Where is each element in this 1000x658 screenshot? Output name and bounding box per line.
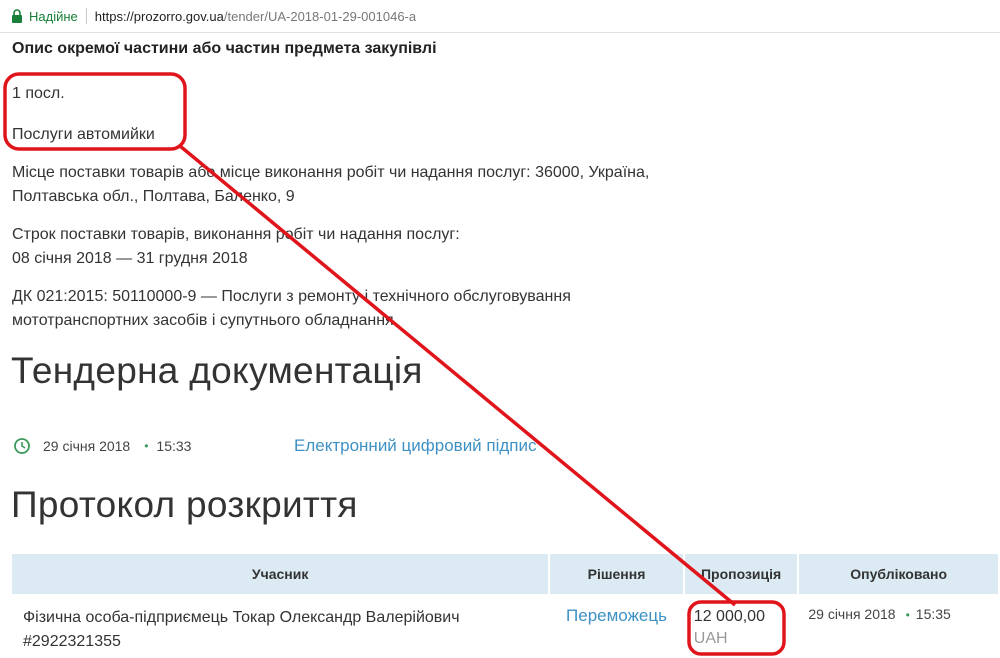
protocol-heading: Протокол розкриття: [11, 484, 358, 525]
delivery-place: Місце поставки товарів або місце виконан…: [12, 161, 649, 209]
lock-icon: [12, 9, 22, 23]
participant-id: #2922321355: [23, 633, 121, 650]
document-meta: 29 січня 2018 • 15:33: [13, 434, 191, 458]
classifier-line-1: ДК 021:2015: 50110000-9 — Послуги з ремо…: [12, 288, 571, 305]
delivery-term-value: 08 січня 2018 — 31 грудня 2018: [12, 250, 248, 267]
lot-quantity: 1 посл.: [12, 85, 65, 102]
published-dot: •: [905, 608, 910, 622]
participant-cell: Фізична особа-підприємець Токар Олександ…: [12, 594, 549, 655]
column-offer: Пропозиція: [683, 554, 800, 594]
column-decision: Рішення: [549, 554, 685, 594]
delivery-place-line-2: Полтавська обл., Полтава, Баленко, 9: [12, 188, 295, 205]
url-separator: [85, 8, 87, 24]
published-date: 29 січня 2018: [808, 606, 896, 622]
clock-icon: [14, 438, 30, 454]
published-time: 15:35: [915, 606, 951, 622]
decision-link[interactable]: Переможець: [549, 594, 684, 655]
delivery-term-label: Строк поставки товарів, виконання робіт …: [12, 226, 460, 243]
document-dot: •: [144, 439, 149, 453]
offer-currency: UAH: [693, 630, 728, 647]
protocol-table: Учасник Рішення Пропозиція Опубліковано …: [12, 554, 1000, 655]
address-bar[interactable]: Надійне https://prozorro.gov.ua/tender/U…: [0, 0, 1000, 33]
document-time: 15:33: [156, 438, 192, 454]
document-date: 29 січня 2018: [43, 438, 131, 454]
table-row: Фізична особа-підприємець Токар Олександ…: [12, 594, 999, 655]
classifier: ДК 021:2015: 50110000-9 — Послуги з ремо…: [12, 285, 571, 333]
offer-cell: 12 000,00 UAH: [684, 594, 799, 655]
secure-label: Надійне: [29, 8, 78, 24]
published-cell: 29 січня 2018 • 15:35: [798, 594, 999, 655]
participant-name: Фізична особа-підприємець Токар Олександ…: [23, 609, 460, 626]
url-path: /tender/UA-2018-01-29-001046-a: [223, 8, 417, 24]
lot-name: Послуги автомийки: [12, 126, 155, 143]
classifier-line-2: мототранспортних засобів і супутнього об…: [12, 312, 394, 329]
table-header-row: Учасник Рішення Пропозиція Опубліковано: [12, 554, 1000, 594]
url-host: https://prozorro.gov.ua: [94, 8, 224, 24]
delivery-term: Строк поставки товарів, виконання робіт …: [12, 223, 460, 271]
documentation-heading: Тендерна документація: [11, 350, 423, 391]
offer-amount: 12 000,00: [693, 608, 765, 625]
delivery-place-line-1: Місце поставки товарів або місце виконан…: [12, 164, 650, 181]
column-published: Опубліковано: [798, 554, 1000, 594]
section-title: Опис окремої частини або частин предмета…: [12, 40, 437, 57]
column-participant: Учасник: [12, 554, 551, 594]
digital-signature-link[interactable]: Електронний цифровий підпис: [294, 434, 537, 458]
